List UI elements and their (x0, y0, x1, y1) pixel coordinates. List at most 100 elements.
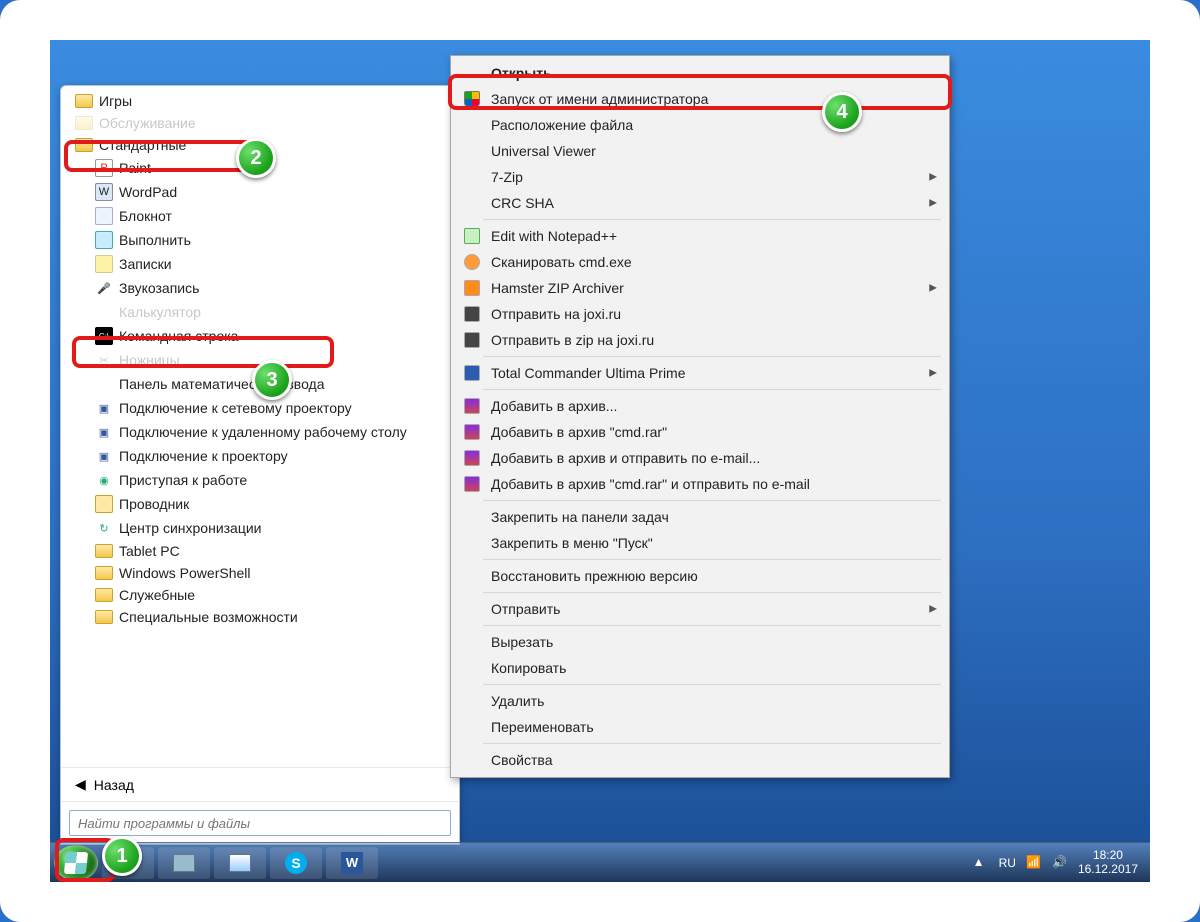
app-rdp[interactable]: ▣Подключение к удаленному рабочему столу (61, 420, 459, 444)
label: Выполнить (119, 232, 191, 248)
ctx-copy[interactable]: Копировать (453, 655, 947, 681)
app-command-prompt[interactable]: C:\Командная строка (61, 324, 459, 348)
label: WordPad (119, 184, 177, 200)
folder-accessibility[interactable]: Специальные возможности (61, 606, 459, 628)
app-gettingstarted[interactable]: ◉Приступая к работе (61, 468, 459, 492)
app-stickynotes[interactable]: Записки (61, 252, 459, 276)
ctx-crcsha[interactable]: CRC SHA▶ (453, 190, 947, 216)
label: Добавить в архив "cmd.rar" (491, 424, 667, 440)
taskbar-firefox[interactable] (102, 847, 154, 879)
ctx-joxi[interactable]: Отправить на joxi.ru (453, 301, 947, 327)
ctx-cut[interactable]: Вырезать (453, 629, 947, 655)
sync-icon: ↻ (95, 519, 113, 537)
label: Стандартные (99, 137, 186, 153)
winrar-icon (461, 475, 483, 493)
folder-games[interactable]: Игры (61, 90, 459, 112)
submenu-arrow-icon: ▶ (929, 368, 937, 379)
label: Добавить в архив и отправить по e-mail..… (491, 450, 760, 466)
language-indicator[interactable]: RU (999, 856, 1016, 870)
label: Игры (99, 93, 132, 109)
joxi-icon (461, 305, 483, 323)
taskbar-app[interactable] (158, 847, 210, 879)
app-sync[interactable]: ↻Центр синхронизации (61, 516, 459, 540)
ctx-run-as-admin[interactable]: Запуск от имени администратора (453, 86, 947, 112)
app-calculator[interactable]: Калькулятор (61, 300, 459, 324)
separator (483, 743, 941, 744)
remote-icon: ▣ (95, 423, 113, 441)
start-menu-back[interactable]: ◀ Назад (61, 767, 459, 801)
projector-icon: ▣ (95, 447, 113, 465)
ctx-rar-add2[interactable]: Добавить в архив "cmd.rar" (453, 419, 947, 445)
ctx-file-location[interactable]: Расположение файла (453, 112, 947, 138)
ctx-joxi-zip[interactable]: Отправить в zip на joxi.ru (453, 327, 947, 353)
taskbar-word[interactable]: W (326, 847, 378, 879)
folder-standard[interactable]: Стандартные (61, 134, 459, 156)
taskbar-clock[interactable]: 18:20 16.12.2017 (1078, 849, 1138, 877)
label: Расположение файла (491, 117, 633, 133)
wordpad-icon: W (95, 183, 113, 201)
app-netproj[interactable]: ▣Подключение к сетевому проектору (61, 396, 459, 420)
blank-icon (461, 142, 483, 160)
start-menu-list: Игры Обслуживание Стандартные PPaint W Wo… (61, 86, 459, 767)
taskbar-skype[interactable]: S (270, 847, 322, 879)
label: Переименовать (491, 719, 594, 735)
app-snipping[interactable]: ✂Ножницы (61, 348, 459, 372)
app-soundrec[interactable]: 🎤Звукозапись (61, 276, 459, 300)
ctx-avast-scan[interactable]: Сканировать cmd.exe (453, 249, 947, 275)
label: Приступая к работе (119, 472, 247, 488)
ctx-sendto[interactable]: Отправить▶ (453, 596, 947, 622)
label: Отправить (491, 601, 560, 617)
clock-date: 16.12.2017 (1078, 863, 1138, 877)
winrar-icon (461, 449, 483, 467)
blank-icon (461, 659, 483, 677)
ctx-properties[interactable]: Свойства (453, 747, 947, 773)
folder-powershell[interactable]: Windows PowerShell (61, 562, 459, 584)
app-wordpad[interactable]: W WordPad (61, 180, 459, 204)
volume-icon[interactable]: 🔊 (1052, 855, 1068, 871)
app-projector[interactable]: ▣ Подключение к проектору (61, 444, 459, 468)
ctx-open[interactable]: Открыть (453, 60, 947, 86)
tray-up-icon[interactable]: ▲ (973, 855, 989, 871)
ctx-rar-email2[interactable]: Добавить в архив "cmd.rar" и отправить п… (453, 471, 947, 497)
ctx-rar-add[interactable]: Добавить в архив... (453, 393, 947, 419)
app-mathinput[interactable]: Панель математического ввода (61, 372, 459, 396)
screenshot-frame: Игры Обслуживание Стандартные PPaint W Wo… (0, 0, 1200, 922)
search-input[interactable] (69, 810, 451, 836)
taskbar-app2[interactable] (214, 847, 266, 879)
label: Копировать (491, 660, 566, 676)
folder-system[interactable]: Служебные (61, 584, 459, 606)
app-notepad[interactable]: Блокнот (61, 204, 459, 228)
blank-icon (461, 633, 483, 651)
ctx-pin-start[interactable]: Закрепить в меню "Пуск" (453, 530, 947, 556)
notes-icon (95, 255, 113, 273)
ctx-notepadpp[interactable]: Edit with Notepad++ (453, 223, 947, 249)
ctx-restore[interactable]: Восстановить прежнюю версию (453, 563, 947, 589)
ctx-delete[interactable]: Удалить (453, 688, 947, 714)
label: Добавить в архив "cmd.rar" и отправить п… (491, 476, 810, 492)
folder-tabletpc[interactable]: Tablet PC (61, 540, 459, 562)
app-explorer[interactable]: Проводник (61, 492, 459, 516)
label: Отправить в zip на joxi.ru (491, 332, 654, 348)
folder-maintenance[interactable]: Обслуживание (61, 112, 459, 134)
taskbar: S W ▲ RU 📶 🔊 18:20 16.12.2017 (50, 842, 1150, 882)
label: Ножницы (119, 352, 180, 368)
label: Total Commander Ultima Prime (491, 365, 686, 381)
ctx-totalcommander[interactable]: Total Commander Ultima Prime ▶ (453, 360, 947, 386)
explorer-icon (95, 495, 113, 513)
ctx-universal-viewer[interactable]: Universal Viewer (453, 138, 947, 164)
app-paint[interactable]: PPaint (61, 156, 459, 180)
label: Проводник (119, 496, 189, 512)
network-icon[interactable]: 📶 (1026, 855, 1042, 871)
label: Подключение к проектору (119, 448, 288, 464)
start-button[interactable] (54, 845, 98, 881)
label: Подключение к сетевому проектору (119, 400, 352, 416)
hamster-icon (461, 279, 483, 297)
ctx-rar-email[interactable]: Добавить в архив и отправить по e-mail..… (453, 445, 947, 471)
ctx-7zip[interactable]: 7-Zip▶ (453, 164, 947, 190)
ctx-pin-taskbar[interactable]: Закрепить на панели задач (453, 504, 947, 530)
label: Сканировать cmd.exe (491, 254, 632, 270)
app-run[interactable]: Выполнить (61, 228, 459, 252)
ctx-rename[interactable]: Переименовать (453, 714, 947, 740)
ctx-hamster[interactable]: Hamster ZIP Archiver▶ (453, 275, 947, 301)
label: Восстановить прежнюю версию (491, 568, 698, 584)
